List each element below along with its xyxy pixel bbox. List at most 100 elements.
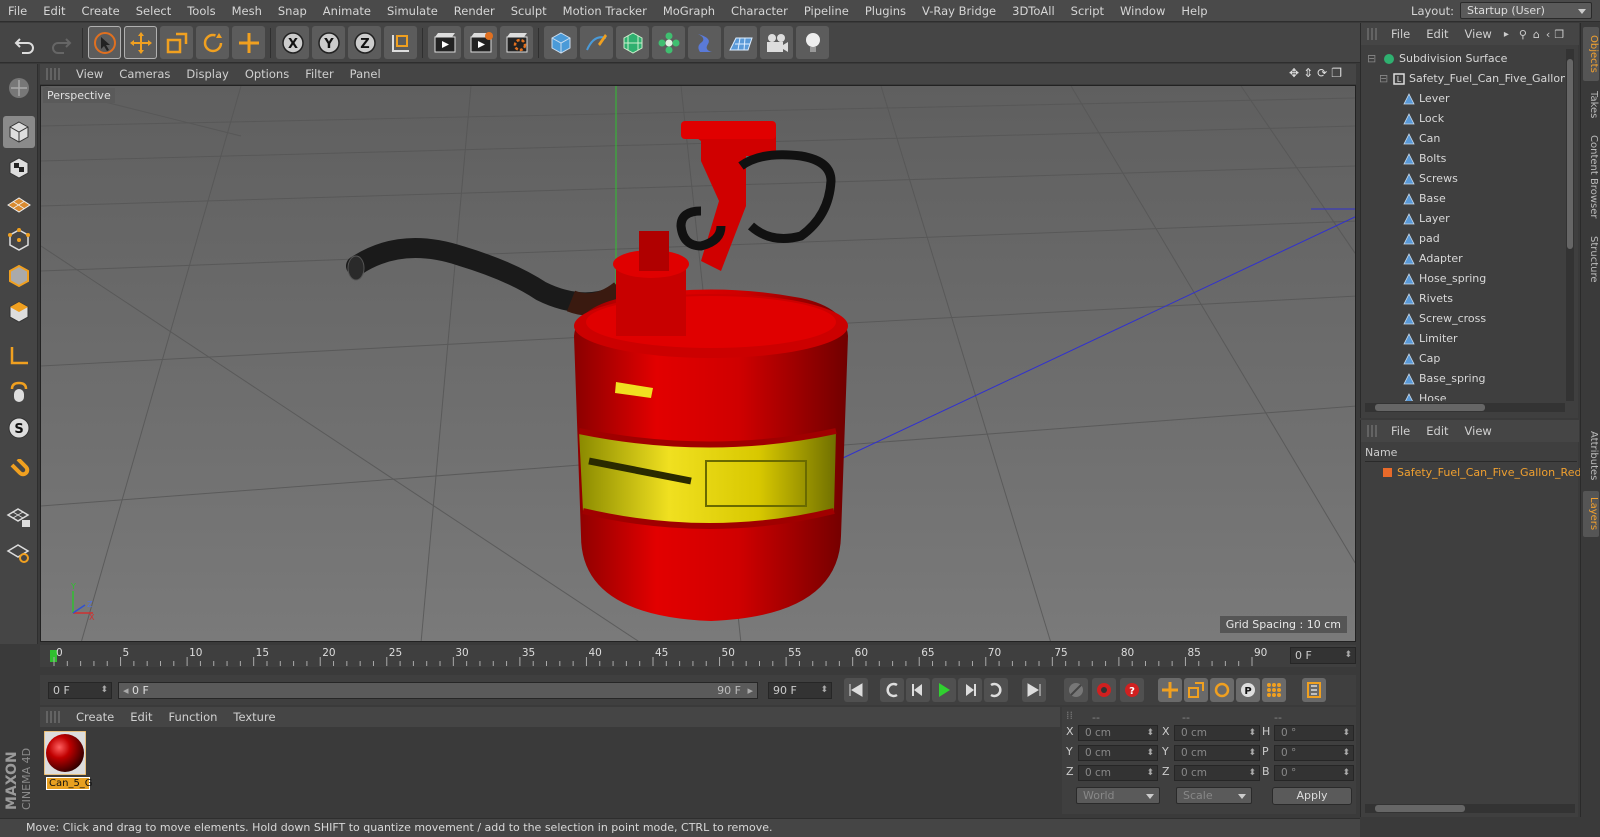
tree-item-child[interactable]: Can <box>1365 129 1565 149</box>
menu-edit[interactable]: Edit <box>35 0 73 22</box>
layout-dropdown[interactable]: Startup (User) <box>1460 2 1592 19</box>
material-menu-edit[interactable]: Edit <box>122 710 160 724</box>
tree-item-child[interactable]: Screws <box>1365 169 1565 189</box>
coord-size-x-input[interactable]: 0 cm <box>1174 725 1260 741</box>
menu-sculpt[interactable]: Sculpt <box>503 0 555 22</box>
menu-snap[interactable]: Snap <box>270 0 315 22</box>
menu-script[interactable]: Script <box>1063 0 1112 22</box>
material-menu-function[interactable]: Function <box>161 710 226 724</box>
move-icon[interactable] <box>124 26 157 59</box>
tree-item-child[interactable]: Layer <box>1365 209 1565 229</box>
render-view-icon[interactable] <box>428 26 461 59</box>
viewport-menu-options[interactable]: Options <box>237 67 297 81</box>
menu-mograph[interactable]: MoGraph <box>655 0 723 22</box>
world-coordinate-icon[interactable] <box>384 26 417 59</box>
render-picture-viewer-icon[interactable] <box>464 26 497 59</box>
next-key-icon[interactable] <box>984 678 1008 702</box>
magnet-icon[interactable] <box>3 456 35 488</box>
z-axis-icon[interactable]: Z <box>348 26 381 59</box>
menu-animate[interactable]: Animate <box>315 0 379 22</box>
tree-item-child[interactable]: pad <box>1365 229 1565 249</box>
end-frame-field[interactable]: 90 F <box>768 682 832 699</box>
key-point-level-icon[interactable] <box>1262 678 1286 702</box>
viewport-menu-display[interactable]: Display <box>178 67 236 81</box>
zoom-view-icon[interactable]: ⇕ <box>1303 66 1313 80</box>
tree-item-subdivision-surface[interactable]: ⊟ Subdivision Surface <box>1365 49 1565 69</box>
object-tree-hscrollbar[interactable] <box>1365 403 1565 412</box>
pan-view-icon[interactable]: ✥ <box>1289 66 1299 80</box>
object-tree-vscrollbar[interactable] <box>1566 49 1574 401</box>
tree-item-child[interactable]: Screw_cross <box>1365 309 1565 329</box>
tab-structure[interactable]: Structure <box>1583 229 1599 289</box>
redo-icon[interactable] <box>44 26 77 59</box>
object-menu-view[interactable]: View <box>1457 27 1500 41</box>
points-mode-icon[interactable] <box>3 224 35 256</box>
viewport-menu-panel[interactable]: Panel <box>342 67 389 81</box>
tree-item-child[interactable]: Bolts <box>1365 149 1565 169</box>
texture-mode-icon[interactable] <box>3 152 35 184</box>
autokeying-icon[interactable]: ? <box>1120 678 1144 702</box>
menu-select[interactable]: Select <box>128 0 179 22</box>
menu-character[interactable]: Character <box>723 0 796 22</box>
timeline-ruler[interactable]: 0 5 10 15 20 25 30 35 40 45 50 55 60 65 70 75 80 85 90 0 F <box>40 645 1356 667</box>
key-position-icon[interactable] <box>1158 678 1182 702</box>
current-frame-field[interactable]: 0 F <box>1290 647 1356 664</box>
viewport-menu-cameras[interactable]: Cameras <box>111 67 178 81</box>
coord-rot-h-input[interactable]: 0 ° <box>1274 725 1354 741</box>
layer-row[interactable]: Safety_Fuel_Can_Five_Gallon_Red <box>1365 464 1581 482</box>
menu-help[interactable]: Help <box>1173 0 1215 22</box>
menu-vray-bridge[interactable]: V-Ray Bridge <box>914 0 1004 22</box>
start-frame-field[interactable]: 0 F <box>48 682 112 699</box>
menu-plugins[interactable]: Plugins <box>857 0 914 22</box>
tab-content-browser[interactable]: Content Browser <box>1583 129 1599 225</box>
play-forward-icon[interactable] <box>932 678 956 702</box>
new-window-icon[interactable]: ❐ <box>1554 28 1564 41</box>
material-menu-texture[interactable]: Texture <box>225 710 283 724</box>
menu-tools[interactable]: Tools <box>179 0 223 22</box>
back-icon[interactable]: ‹ <box>1546 28 1550 41</box>
menu-pipeline[interactable]: Pipeline <box>796 0 857 22</box>
tab-attributes[interactable]: Attributes <box>1583 425 1599 487</box>
menu-mesh[interactable]: Mesh <box>224 0 270 22</box>
key-rotation-icon[interactable] <box>1210 678 1234 702</box>
live-selection-icon[interactable] <box>88 26 121 59</box>
more-arrow-icon[interactable]: ▸ <box>1504 29 1509 40</box>
menu-3dtoall[interactable]: 3DToAll <box>1004 0 1063 22</box>
maximize-view-icon[interactable]: ❐ <box>1331 66 1342 80</box>
mograph-cloner-icon[interactable] <box>652 26 685 59</box>
y-axis-icon[interactable]: Y <box>312 26 345 59</box>
recent-tool-icon[interactable] <box>232 26 265 59</box>
previous-frame-icon[interactable] <box>906 678 930 702</box>
record-active-objects-icon[interactable] <box>1092 678 1116 702</box>
cube-icon[interactable] <box>544 26 577 59</box>
coord-size-mode-dropdown[interactable]: Scale <box>1176 787 1252 804</box>
go-to-end-icon[interactable] <box>1022 678 1046 702</box>
key-parameter-icon[interactable]: P <box>1236 678 1260 702</box>
layer-menu-file[interactable]: File <box>1383 424 1418 438</box>
material-swatch[interactable]: Can_5_G <box>43 730 93 790</box>
tab-layers[interactable]: Layers <box>1583 491 1599 537</box>
menu-render[interactable]: Render <box>446 0 503 22</box>
tree-item-child[interactable]: Cap <box>1365 349 1565 369</box>
tree-item-child[interactable]: Rivets <box>1365 289 1565 309</box>
polygons-mode-icon[interactable] <box>3 296 35 328</box>
coord-size-y-input[interactable]: 0 cm <box>1174 745 1260 761</box>
viewport-camera-label[interactable]: Perspective <box>43 88 115 103</box>
layer-color-swatch[interactable] <box>1383 468 1392 477</box>
apply-button[interactable]: Apply <box>1272 787 1352 805</box>
preview-range-slider[interactable]: ◂ 0 F 90 F ▸ <box>118 682 758 699</box>
next-frame-icon[interactable] <box>958 678 982 702</box>
light-icon[interactable] <box>796 26 829 59</box>
floor-icon[interactable] <box>724 26 757 59</box>
coord-rot-p-input[interactable]: 0 ° <box>1274 745 1354 761</box>
lock-workplane-icon[interactable] <box>3 500 35 532</box>
edges-mode-icon[interactable] <box>3 260 35 292</box>
timeline-window-icon[interactable] <box>1302 678 1326 702</box>
layer-column-name[interactable]: Name <box>1365 446 1577 462</box>
coord-pos-z-input[interactable]: 0 cm <box>1078 765 1158 781</box>
layer-menu-view[interactable]: View <box>1457 424 1500 438</box>
make-editable-icon[interactable] <box>3 72 35 104</box>
tree-item-child[interactable]: Limiter <box>1365 329 1565 349</box>
search-icon[interactable]: ⚲ <box>1519 28 1527 41</box>
rotate-icon[interactable] <box>196 26 229 59</box>
